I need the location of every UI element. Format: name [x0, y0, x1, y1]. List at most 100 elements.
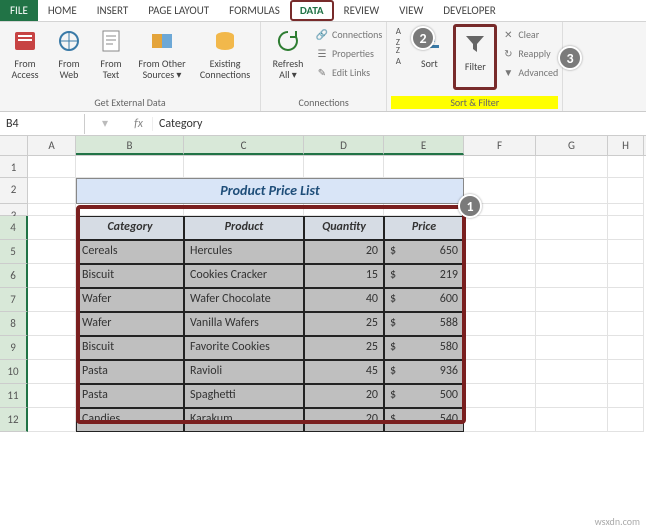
cell-product[interactable]: Vanilla Wafers	[184, 312, 304, 336]
colhead-f[interactable]: F	[464, 136, 536, 155]
header-price[interactable]: Price	[384, 216, 464, 240]
cell[interactable]	[28, 178, 76, 204]
properties-button[interactable]: ☰Properties	[315, 45, 382, 62]
cell[interactable]	[464, 312, 536, 336]
cell[interactable]	[28, 264, 76, 288]
refresh-all-button[interactable]: Refresh All ▾	[265, 24, 311, 90]
cell[interactable]	[28, 336, 76, 360]
cell-category[interactable]: Cereals	[76, 240, 184, 264]
cell-category[interactable]: Pasta	[76, 384, 184, 408]
cell[interactable]	[304, 204, 384, 216]
tab-page-layout[interactable]: PAGE LAYOUT	[138, 0, 219, 21]
cell-product[interactable]: Favorite Cookies	[184, 336, 304, 360]
cell-product[interactable]: Karakum	[184, 408, 304, 432]
rowhead-1[interactable]: 1	[0, 156, 28, 178]
cell-qty[interactable]: 15	[304, 264, 384, 288]
cell[interactable]	[28, 408, 76, 432]
cell[interactable]	[536, 312, 608, 336]
rowhead-6[interactable]: 6	[0, 264, 28, 288]
colhead-c[interactable]: C	[184, 136, 304, 155]
cell[interactable]	[608, 178, 644, 204]
select-all-corner[interactable]	[0, 136, 28, 155]
cell[interactable]	[536, 288, 608, 312]
fx-button[interactable]: fx	[125, 117, 153, 131]
cell[interactable]	[464, 408, 536, 432]
cell[interactable]	[536, 156, 608, 178]
cell[interactable]	[384, 204, 464, 216]
cell[interactable]	[464, 288, 536, 312]
cell-product[interactable]: Spaghetti	[184, 384, 304, 408]
cell[interactable]	[464, 240, 536, 264]
header-product[interactable]: Product	[184, 216, 304, 240]
cell[interactable]	[28, 156, 76, 178]
cell-qty[interactable]: 25	[304, 336, 384, 360]
cell-category[interactable]: Biscuit	[76, 336, 184, 360]
edit-links-button[interactable]: ✎Edit Links	[315, 64, 382, 81]
rowhead-7[interactable]: 7	[0, 288, 28, 312]
tab-home[interactable]: HOME	[38, 0, 87, 21]
sort-asc-button[interactable]: AZ	[391, 28, 405, 45]
cell[interactable]	[464, 360, 536, 384]
cell-product[interactable]: Hercules	[184, 240, 304, 264]
cell-product[interactable]: Ravioli	[184, 360, 304, 384]
cell-price[interactable]: $588	[384, 312, 464, 336]
cell-price[interactable]: $650	[384, 240, 464, 264]
cell-category[interactable]: Pasta	[76, 360, 184, 384]
cell[interactable]	[28, 216, 76, 240]
cell[interactable]	[536, 336, 608, 360]
cell[interactable]	[464, 336, 536, 360]
cell[interactable]	[28, 204, 76, 216]
rowhead-10[interactable]: 10	[0, 360, 28, 384]
cell-category[interactable]: Wafer	[76, 288, 184, 312]
tab-formulas[interactable]: FORMULAS	[219, 0, 290, 21]
rowhead-11[interactable]: 11	[0, 384, 28, 408]
cell[interactable]	[536, 408, 608, 432]
cell-qty[interactable]: 40	[304, 288, 384, 312]
cell-qty[interactable]: 25	[304, 312, 384, 336]
cell[interactable]	[28, 240, 76, 264]
cell-price[interactable]: $219	[384, 264, 464, 288]
colhead-g[interactable]: G	[536, 136, 608, 155]
cell-qty[interactable]: 20	[304, 408, 384, 432]
cell[interactable]	[608, 216, 644, 240]
advanced-button[interactable]: ▼Advanced	[501, 64, 558, 81]
cell[interactable]	[464, 384, 536, 408]
rowhead-8[interactable]: 8	[0, 312, 28, 336]
cell-qty[interactable]: 45	[304, 360, 384, 384]
cell-price[interactable]: $580	[384, 336, 464, 360]
colhead-a[interactable]: A	[28, 136, 76, 155]
existing-connections-button[interactable]: Existing Connections	[194, 24, 256, 90]
clear-button[interactable]: ✕Clear	[501, 26, 558, 43]
cell-category[interactable]: Biscuit	[76, 264, 184, 288]
cell[interactable]	[184, 156, 304, 178]
tab-data[interactable]: DATA	[290, 0, 334, 21]
tab-insert[interactable]: INSERT	[87, 0, 139, 21]
cell[interactable]	[28, 360, 76, 384]
cell[interactable]	[464, 156, 536, 178]
cell[interactable]	[608, 204, 644, 216]
rowhead-9[interactable]: 9	[0, 336, 28, 360]
cell[interactable]	[76, 156, 184, 178]
colhead-h[interactable]: H	[608, 136, 644, 155]
reapply-button[interactable]: ↻Reapply	[501, 45, 558, 62]
cell-price[interactable]: $540	[384, 408, 464, 432]
tab-file[interactable]: FILE	[0, 0, 38, 21]
cell[interactable]	[536, 216, 608, 240]
cell[interactable]	[536, 204, 608, 216]
cell-category[interactable]: Wafer	[76, 312, 184, 336]
cell[interactable]	[536, 360, 608, 384]
from-text-button[interactable]: From Text	[92, 24, 130, 90]
cell-price[interactable]: $936	[384, 360, 464, 384]
colhead-e[interactable]: E	[384, 136, 464, 155]
rowhead-2[interactable]: 2	[0, 178, 28, 204]
cell-price[interactable]: $600	[384, 288, 464, 312]
rowhead-3[interactable]: 3	[0, 204, 28, 216]
cell[interactable]	[536, 384, 608, 408]
sort-desc-button[interactable]: ZA	[391, 47, 405, 64]
cell-qty[interactable]: 20	[304, 384, 384, 408]
cell-price[interactable]: $500	[384, 384, 464, 408]
cell[interactable]	[608, 156, 644, 178]
cell[interactable]	[384, 156, 464, 178]
cell[interactable]	[464, 216, 536, 240]
from-other-button[interactable]: From Other Sources ▾	[134, 24, 190, 90]
